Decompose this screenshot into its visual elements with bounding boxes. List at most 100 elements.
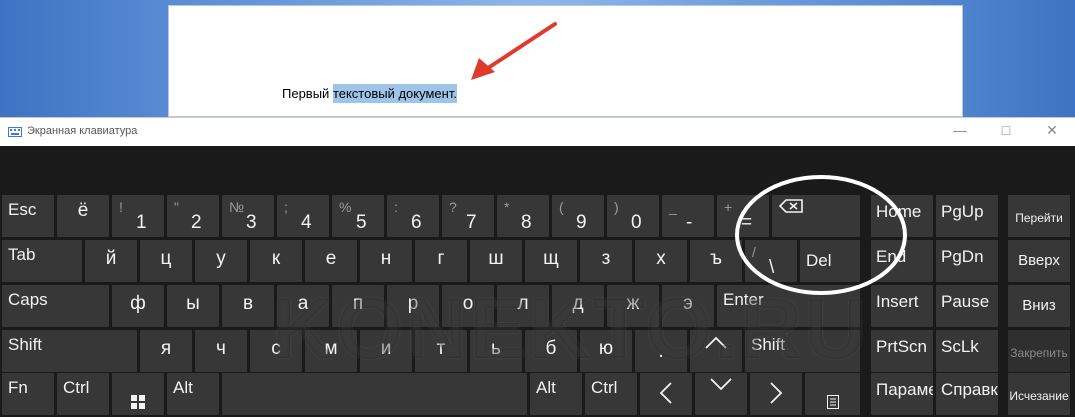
key-up[interactable]: Вверх [1008,240,1070,282]
key-home[interactable]: Home [871,195,933,237]
key-space[interactable] [222,373,527,415]
key-secondary-label: ( [559,199,564,215]
key-backslash[interactable]: / \ [745,240,797,282]
key-ee[interactable]: э [662,285,714,327]
key-0[interactable]: ) 0 [607,195,659,237]
document-text[interactable]: Первый текстовый документ. [282,83,457,105]
key-pgup[interactable]: PgUp [936,195,998,237]
key-r[interactable]: р [387,285,439,327]
key-yu[interactable]: ю [580,330,632,372]
key-help[interactable]: Справка [936,373,998,415]
key-p[interactable]: п [332,285,384,327]
key-f[interactable]: ф [112,285,164,327]
key-2[interactable]: " 2 [167,195,219,237]
key-alt-left[interactable]: Alt [167,373,219,415]
key-9[interactable]: (9 [552,195,604,237]
key-tab[interactable]: Tab [2,240,82,282]
key-u[interactable]: у [195,240,247,282]
key-ctrl-right[interactable]: Ctrl [585,373,637,415]
key-backspace[interactable] [772,195,860,237]
key-label: ё [77,200,89,221]
key-z[interactable]: з [580,240,632,282]
key-down[interactable]: Вниз [1008,285,1070,327]
key-caps[interactable]: Caps [2,285,109,327]
key-fade[interactable]: Исчезание [1008,373,1070,415]
key-label: ъ [710,248,722,269]
key-label: Вверх [1018,252,1060,269]
document-page[interactable]: Первый текстовый документ. [168,5,963,117]
key-label: Ctrl [63,378,90,397]
key-pin[interactable]: Закрепить [1008,330,1070,372]
minimize-icon[interactable]: — [950,122,970,138]
key-v[interactable]: в [222,285,274,327]
close-icon[interactable]: ✕ [1042,122,1062,139]
key-s[interactable]: с [250,330,302,372]
key-sh[interactable]: ш [470,240,522,282]
key-fn[interactable]: Fn [2,373,54,415]
key-hard[interactable]: ъ [690,240,742,282]
key-enter[interactable]: Enter [717,285,860,327]
key-shift-right[interactable]: Shift [745,330,860,372]
key-ya[interactable]: я [140,330,192,372]
key-prtscn[interactable]: PrtScn [871,330,933,372]
key-m[interactable]: м [305,330,357,372]
key-label: 8 [521,212,532,233]
key-n[interactable]: н [360,240,412,282]
key-win[interactable] [112,373,164,415]
key-3[interactable]: № 3 [222,195,274,237]
key-label: ы [186,293,200,314]
key-1[interactable]: ! 1 [112,195,164,237]
key-equals[interactable]: + = [717,195,769,237]
key-h[interactable]: х [635,240,687,282]
key-left[interactable] [640,373,692,415]
key-o[interactable]: о [442,285,494,327]
key-ts[interactable]: ц [140,240,192,282]
key-end[interactable]: End [871,240,933,282]
key-ch[interactable]: ч [195,330,247,372]
key-down[interactable] [695,373,747,415]
key-yo[interactable]: ё [57,195,109,237]
key-8[interactable]: * 8 [497,195,549,237]
key-label: с [271,338,281,359]
key-pgdn[interactable]: PgDn [936,240,998,282]
key-6[interactable]: :6 [387,195,439,237]
key-alt-right[interactable]: Alt [530,373,582,415]
key-a[interactable]: а [277,285,329,327]
key-g[interactable]: г [415,240,467,282]
key-soft[interactable]: ь [470,330,522,372]
key-right[interactable] [750,373,802,415]
key-label: з [601,248,611,269]
key-period[interactable]: . [635,330,687,372]
key-shift-left[interactable]: Shift [2,330,137,372]
key-i[interactable]: и [360,330,412,372]
key-shch[interactable]: щ [525,240,577,282]
key-minus[interactable]: _ - [662,195,714,237]
key-label: . [658,341,664,362]
key-label: ш [488,248,504,269]
key-up[interactable] [690,330,742,372]
key-label: ф [130,293,146,314]
key-k[interactable]: к [250,240,302,282]
key-t[interactable]: т [415,330,467,372]
key-params[interactable]: Параметры [871,373,933,415]
key-l[interactable]: л [497,285,549,327]
key-b[interactable]: б [525,330,577,372]
key-esc[interactable]: Esc [2,195,54,237]
key-zh[interactable]: ж [607,285,659,327]
key-5[interactable]: % 5 [332,195,384,237]
key-7[interactable]: ? 7 [442,195,494,237]
key-y[interactable]: ы [167,285,219,327]
key-del[interactable]: Del [800,240,860,282]
key-j[interactable]: й [85,240,137,282]
key-e[interactable]: е [305,240,357,282]
key-d[interactable]: д [552,285,604,327]
key-insert[interactable]: Insert [871,285,933,327]
key-sclk[interactable]: ScLk [936,330,998,372]
key-menu[interactable] [805,373,860,415]
key-4[interactable]: ; 4 [277,195,329,237]
maximize-icon[interactable]: □ [996,122,1016,138]
key-ctrl-left[interactable]: Ctrl [57,373,109,415]
key-goto[interactable]: Перейти [1008,195,1070,237]
key-label: End [876,247,907,266]
key-pause[interactable]: Pause [936,285,998,327]
